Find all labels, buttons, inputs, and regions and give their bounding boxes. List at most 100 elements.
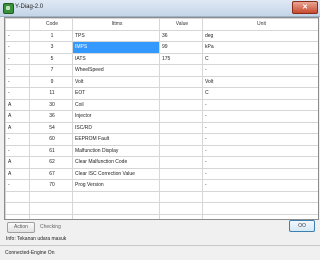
cell-unit[interactable]: - — [202, 133, 318, 146]
cell-unit[interactable] — [202, 190, 318, 203]
cell-flag[interactable]: - — [5, 41, 30, 54]
cell-code[interactable]: 30 — [29, 98, 73, 111]
table-row[interactable] — [5, 202, 318, 215]
cell-code[interactable]: 7 — [29, 64, 73, 77]
cell-unit[interactable]: - — [202, 110, 318, 123]
table-row[interactable] — [5, 213, 318, 219]
cell-unit[interactable]: C — [202, 87, 318, 100]
cell-item[interactable]: Injector — [72, 110, 160, 123]
cell-item[interactable]: WheelSpeed — [72, 64, 160, 77]
cell-item[interactable] — [72, 213, 160, 219]
column-header-items[interactable]: Ittms — [72, 18, 160, 31]
table-row[interactable]: -5 IATS 175 C — [5, 52, 318, 65]
cell-value[interactable] — [159, 110, 203, 123]
cell-flag[interactable]: A — [5, 98, 30, 111]
cell-unit[interactable]: - — [202, 156, 318, 169]
table-row[interactable]: A 62 Clear Malfunction Code - — [5, 156, 318, 169]
cell-unit[interactable]: - — [202, 98, 318, 111]
cell-unit[interactable]: C — [202, 52, 318, 65]
cell-code[interactable] — [29, 213, 73, 219]
data-grid[interactable]: Code Ittms Value Unit -1 TPS 36 deg -3 IMPS 99… — [4, 17, 319, 220]
cell-unit[interactable]: - — [202, 179, 318, 192]
cell-value[interactable] — [159, 144, 203, 157]
cell-flag[interactable]: A — [5, 156, 30, 169]
table-row[interactable]: -70 Prog Version - — [5, 179, 318, 192]
cell-value[interactable] — [159, 179, 203, 192]
cell-item[interactable]: EEPROM Fault — [72, 133, 160, 146]
cell-item[interactable]: TPS — [72, 29, 160, 42]
cell-code[interactable] — [29, 202, 73, 215]
table-row[interactable]: -3 IMPS 99 kPa — [5, 41, 318, 54]
cell-flag[interactable]: A — [5, 167, 30, 180]
cell-unit[interactable]: kPa — [202, 41, 318, 54]
cell-flag[interactable]: - — [5, 179, 30, 192]
cell-code[interactable]: 70 — [29, 179, 73, 192]
cell-value[interactable] — [159, 190, 203, 203]
cell-flag[interactable]: - — [5, 87, 30, 100]
cell-value[interactable] — [159, 87, 203, 100]
cell-value[interactable] — [159, 167, 203, 180]
table-row[interactable]: -7 WheelSpeed - — [5, 64, 318, 77]
table-row[interactable]: -60 EEPROM Fault - — [5, 133, 318, 146]
cell-value[interactable] — [159, 98, 203, 111]
cell-code[interactable]: 9 — [29, 75, 73, 88]
cell-value[interactable]: 175 — [159, 52, 203, 65]
column-header-code[interactable]: Code — [29, 18, 73, 31]
cell-value[interactable]: 99 — [159, 41, 203, 54]
cell-value[interactable] — [159, 75, 203, 88]
table-row[interactable]: -9 Volt Volt — [5, 75, 318, 88]
cell-flag[interactable]: A — [5, 110, 30, 123]
cell-unit[interactable]: - — [202, 144, 318, 157]
cell-item[interactable]: IATS — [72, 52, 160, 65]
cell-flag[interactable]: A — [5, 121, 30, 134]
table-row[interactable]: A 54 ISC/RD - — [5, 121, 318, 134]
table-row[interactable]: A 30 Coil - — [5, 98, 318, 111]
cell-value[interactable] — [159, 121, 203, 134]
cell-code[interactable]: 60 — [29, 133, 73, 146]
cell-flag[interactable] — [5, 213, 30, 219]
cell-item[interactable]: Coil — [72, 98, 160, 111]
cell-item[interactable]: Clear Malfunction Code — [72, 156, 160, 169]
cell-code[interactable]: 1 — [29, 29, 73, 42]
cell-code[interactable]: 3 — [29, 41, 73, 54]
cell-item[interactable]: Volt — [72, 75, 160, 88]
cell-item[interactable]: ISC/RD — [72, 121, 160, 134]
cell-unit[interactable]: Volt — [202, 75, 318, 88]
cell-flag[interactable]: - — [5, 133, 30, 146]
cell-flag[interactable]: - — [5, 75, 30, 88]
cell-unit[interactable] — [202, 202, 318, 215]
close-button[interactable]: ✕ — [292, 1, 318, 14]
cell-item[interactable]: Prog Version — [72, 179, 160, 192]
cell-value[interactable] — [159, 213, 203, 219]
cell-flag[interactable]: - — [5, 29, 30, 42]
cell-item[interactable]: Clear ISC Correction Value — [72, 167, 160, 180]
cell-flag[interactable] — [5, 202, 30, 215]
cell-flag[interactable]: - — [5, 52, 30, 65]
cell-value[interactable] — [159, 156, 203, 169]
action-button[interactable]: Action — [7, 222, 35, 233]
ok-button[interactable]: OO — [289, 220, 315, 232]
column-header-value[interactable]: Value — [159, 18, 203, 31]
cell-item[interactable] — [72, 190, 160, 203]
cell-unit[interactable]: - — [202, 121, 318, 134]
table-row[interactable]: -1 TPS 36 deg — [5, 29, 318, 42]
cell-code[interactable]: 62 — [29, 156, 73, 169]
cell-item[interactable]: EOT — [72, 87, 160, 100]
cell-value[interactable] — [159, 64, 203, 77]
table-row[interactable] — [5, 190, 318, 203]
cell-value[interactable] — [159, 202, 203, 215]
cell-code[interactable]: 5 — [29, 52, 73, 65]
table-row[interactable]: A 36 Injector - — [5, 110, 318, 123]
cell-code[interactable]: 61 — [29, 144, 73, 157]
cell-value[interactable]: 36 — [159, 29, 203, 42]
cell-item[interactable]: Malfunction Display — [72, 144, 160, 157]
column-header-unit[interactable]: Unit — [202, 18, 318, 31]
cell-flag[interactable]: - — [5, 144, 30, 157]
table-row[interactable]: -11 EOT C — [5, 87, 318, 100]
cell-code[interactable]: 36 — [29, 110, 73, 123]
cell-flag[interactable] — [5, 190, 30, 203]
cell-unit[interactable]: - — [202, 167, 318, 180]
cell-value[interactable] — [159, 133, 203, 146]
cell-code[interactable]: 11 — [29, 87, 73, 100]
cell-item[interactable]: IMPS — [72, 41, 160, 54]
